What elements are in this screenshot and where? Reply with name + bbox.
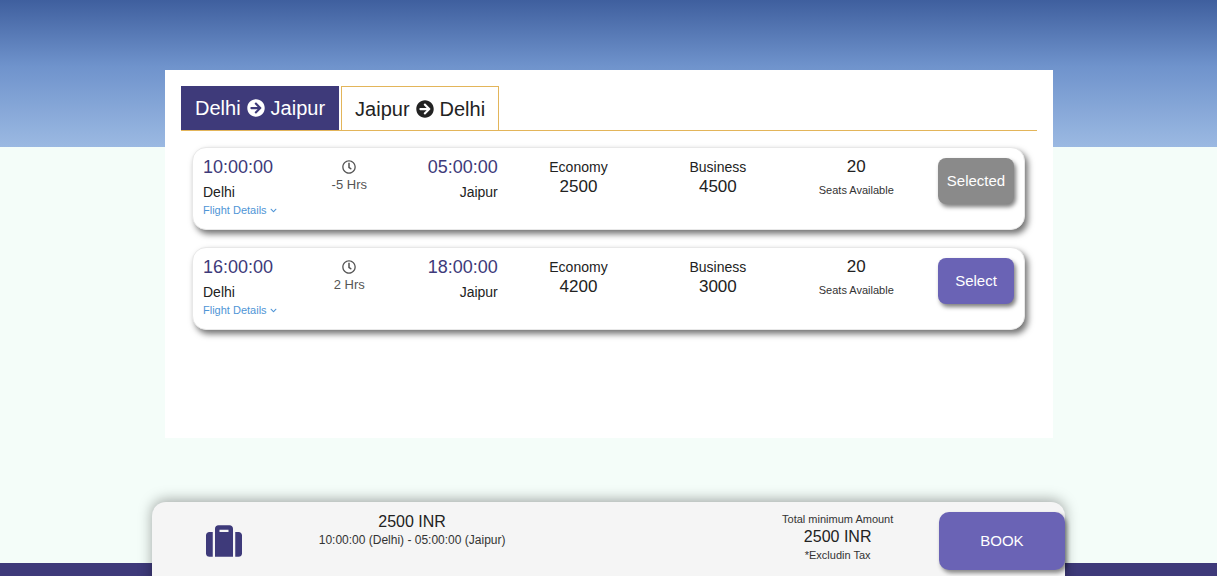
arrive-city: Jaipur — [460, 182, 498, 202]
select-button[interactable]: Select — [938, 258, 1014, 304]
business-fare: Business3000 — [658, 256, 777, 297]
depart-city: Delhi — [203, 282, 320, 302]
economy-fare: Economy4200 — [519, 256, 638, 297]
arrive-time: 18:00:00 — [428, 256, 498, 278]
clock-icon — [342, 160, 356, 174]
chevron-down-icon — [270, 307, 277, 314]
flight-details-link[interactable]: Flight Details — [203, 302, 320, 318]
suitcase-icon — [204, 523, 244, 559]
departure: 10:00:00 DelhiFlight Details — [203, 156, 320, 218]
economy-fare: Economy2500 — [519, 156, 638, 197]
seats: 20Seats Available — [797, 256, 916, 298]
route-tab[interactable]: DelhiJaipur — [181, 86, 339, 130]
flight-card: 16:00:00 DelhiFlight Details2 Hrs 18:00:00… — [192, 247, 1025, 330]
seats: 20Seats Available — [797, 156, 916, 198]
business-fare: Business4500 — [658, 156, 777, 197]
chevron-down-icon — [270, 207, 277, 214]
depart-time: 10:00:00 — [203, 156, 320, 178]
select-button[interactable]: Selected — [938, 158, 1014, 204]
arrow-icon — [416, 100, 434, 118]
flight-details-link[interactable]: Flight Details — [203, 202, 320, 218]
flight-card: 10:00:00 DelhiFlight Details-5 Hrs 05:00:0… — [192, 147, 1025, 230]
flights-panel: DelhiJaipurJaipurDelhi10:00:00DelhiFligh… — [165, 70, 1053, 438]
page: DelhiJaipurJaipurDelhi10:00:00DelhiFligh… — [0, 0, 1217, 576]
departure: 16:00:00 DelhiFlight Details — [203, 256, 320, 318]
arrival: 05:00:00 Jaipur — [422, 156, 498, 202]
clock-icon — [342, 260, 356, 274]
depart-time: 16:00:00 — [203, 256, 320, 278]
route-tab[interactable]: JaipurDelhi — [341, 86, 499, 130]
duration: -5 Hrs — [320, 156, 378, 194]
selected-summary: 2500 INR10:00:00 (Delhi) - 05:00:00 (Jai… — [297, 512, 528, 548]
duration: 2 Hrs — [320, 256, 378, 294]
arrival: 18:00:00 Jaipur — [422, 256, 498, 302]
total-amount: Total minimum Amount2500 INR*Excludin Ta… — [757, 512, 917, 562]
tab-bar: DelhiJaipurJaipurDelhi — [181, 86, 1037, 131]
book-button[interactable]: BOOK — [939, 512, 1065, 570]
arrive-city: Jaipur — [460, 282, 498, 302]
arrive-time: 05:00:00 — [428, 156, 498, 178]
arrow-icon — [247, 99, 265, 117]
flight-list: 10:00:00DelhiFlight Details-5 Hrs05:00:0… — [192, 147, 1037, 330]
booking-bar: 2500 INR10:00:00 (Delhi) - 05:00:00 (Jai… — [152, 502, 1065, 576]
depart-city: Delhi — [203, 182, 320, 202]
